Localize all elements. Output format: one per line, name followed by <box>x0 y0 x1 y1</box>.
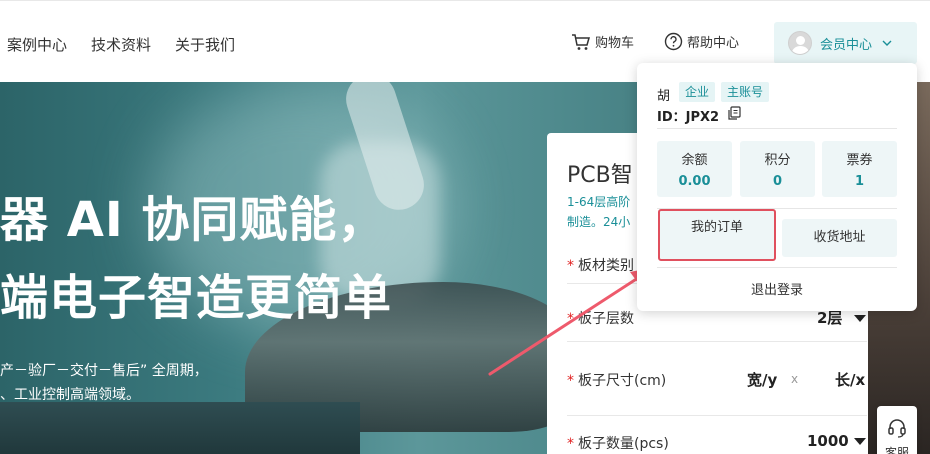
avatar <box>788 31 812 55</box>
quantity-label: * 板子数量(pcs) <box>567 436 669 452</box>
help-icon <box>664 32 683 51</box>
coupons-stat[interactable]: 票券 1 <box>822 141 897 197</box>
help-label: 帮助中心 <box>687 36 740 51</box>
coupons-value: 1 <box>854 174 865 189</box>
divider <box>657 128 897 129</box>
cart-icon <box>572 33 590 50</box>
balance-label: 余额 <box>681 153 708 168</box>
hero-title-line1: 器 AI 协同赋能， <box>0 192 387 248</box>
cart-link[interactable]: 购物车 <box>571 32 634 51</box>
caret-down-icon[interactable] <box>854 315 866 322</box>
quote-card-desc-line1: 1-64层高阶 <box>567 195 631 209</box>
quantity-select[interactable]: 1000 <box>807 432 849 450</box>
headset-icon <box>888 419 906 438</box>
divider <box>657 267 897 268</box>
user-id: ID：JPX2 <box>657 110 720 125</box>
member-center-button[interactable]: 会员中心 <box>774 22 917 64</box>
copy-icon[interactable] <box>727 106 741 120</box>
coupons-label: 票券 <box>846 153 873 168</box>
member-dropdown-menu: 胡 企业 主账号 ID：JPX2 余额 0.00 积分 0 票券 1 我的订单 … <box>637 63 917 311</box>
customer-service-label: 客服 <box>884 446 909 454</box>
hero-subtitle-line2: 、工业控制高端领域。 <box>0 387 140 403</box>
shipping-address-button[interactable]: 收货地址 <box>782 219 897 257</box>
quote-card-title: PCB智 <box>567 163 633 188</box>
points-label: 积分 <box>764 153 791 168</box>
caret-down-icon[interactable] <box>854 438 866 445</box>
enterprise-tag: 企业 <box>679 82 716 102</box>
member-center-label: 会员中心 <box>820 37 873 53</box>
balance-value: 0.00 <box>678 174 711 189</box>
hero-title-line2: 端电子智造更简单 <box>0 270 393 326</box>
balance-stat[interactable]: 余额 0.00 <box>657 141 732 197</box>
size-separator: x <box>791 372 799 386</box>
circuit-board-image <box>0 402 360 454</box>
hero-subtitle-line1: 产－验厂－交付－售后” 全周期， <box>0 363 208 379</box>
main-account-tag: 主账号 <box>721 82 770 102</box>
layers-label: * 板子层数 <box>567 311 634 327</box>
points-value: 0 <box>772 174 783 189</box>
chevron-down-icon <box>882 40 892 46</box>
length-input[interactable]: 长/x <box>835 369 865 390</box>
size-label: * 板子尺寸(cm) <box>567 373 667 389</box>
logout-button[interactable]: 退出登录 <box>637 279 917 298</box>
nav-link-about[interactable]: 关于我们 <box>175 34 235 55</box>
nav-link-cases[interactable]: 案例中心 <box>7 34 67 55</box>
width-input[interactable]: 宽/y <box>747 369 777 390</box>
divider <box>567 415 867 416</box>
customer-service-button[interactable]: 客服 <box>877 406 917 454</box>
divider <box>567 341 867 342</box>
nav-link-tech-docs[interactable]: 技术资料 <box>91 34 151 55</box>
page: 案例中心 技术资料 关于我们 购物车 帮助中心 会员中心 器 AI 协同赋能， … <box>0 0 930 454</box>
cart-label: 购物车 <box>595 36 635 51</box>
points-stat[interactable]: 积分 0 <box>740 141 815 197</box>
help-link[interactable]: 帮助中心 <box>664 32 739 51</box>
user-name: 胡 <box>657 89 671 104</box>
quote-card-desc-line2: 制造。24小 <box>567 215 631 229</box>
my-orders-button[interactable]: 我的订单 <box>658 209 776 261</box>
material-label: * 板材类别 <box>567 258 634 274</box>
